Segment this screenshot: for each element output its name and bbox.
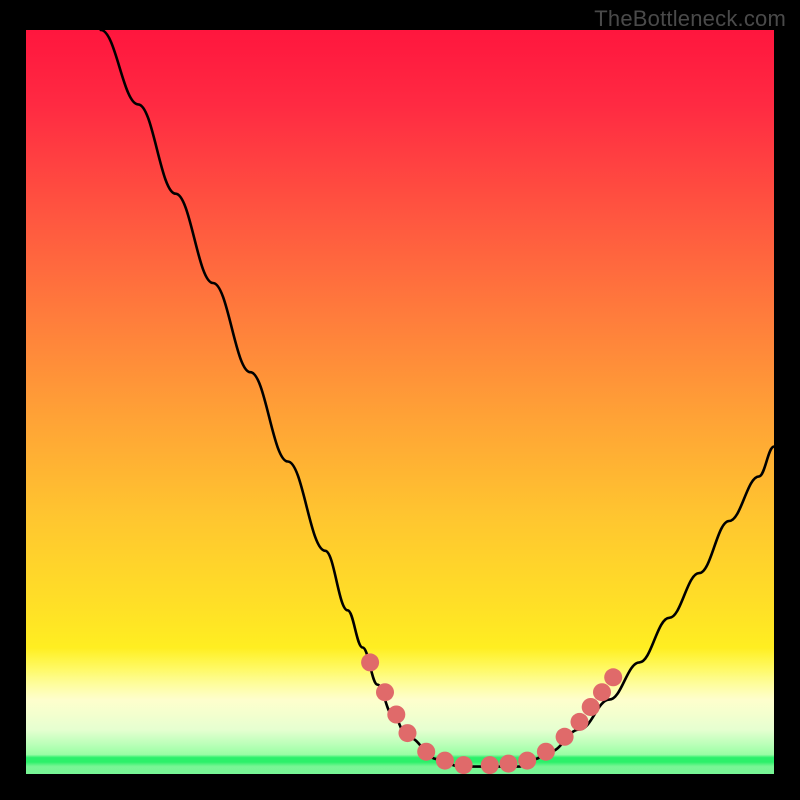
optimal-dot: [455, 756, 473, 774]
optimal-dot: [604, 668, 622, 686]
optimal-dot: [481, 756, 499, 774]
chart-frame: TheBottleneck.com: [0, 0, 800, 800]
optimal-dots-group: [361, 653, 622, 774]
optimal-dot: [500, 755, 518, 773]
optimal-dot: [436, 752, 454, 770]
optimal-dot: [387, 706, 405, 724]
optimal-dot: [361, 653, 379, 671]
optimal-dot: [537, 743, 555, 761]
optimal-dot: [593, 683, 611, 701]
optimal-dot: [571, 713, 589, 731]
optimal-dot: [556, 728, 574, 746]
chart-svg: [26, 30, 774, 774]
optimal-dot: [518, 752, 536, 770]
watermark-text: TheBottleneck.com: [594, 6, 786, 32]
optimal-dot: [399, 724, 417, 742]
optimal-dot: [417, 743, 435, 761]
bottleneck-curve-path: [101, 30, 774, 767]
optimal-dot: [376, 683, 394, 701]
plot-area: [26, 30, 774, 774]
bottleneck-curve: [101, 30, 774, 767]
optimal-dot: [582, 698, 600, 716]
